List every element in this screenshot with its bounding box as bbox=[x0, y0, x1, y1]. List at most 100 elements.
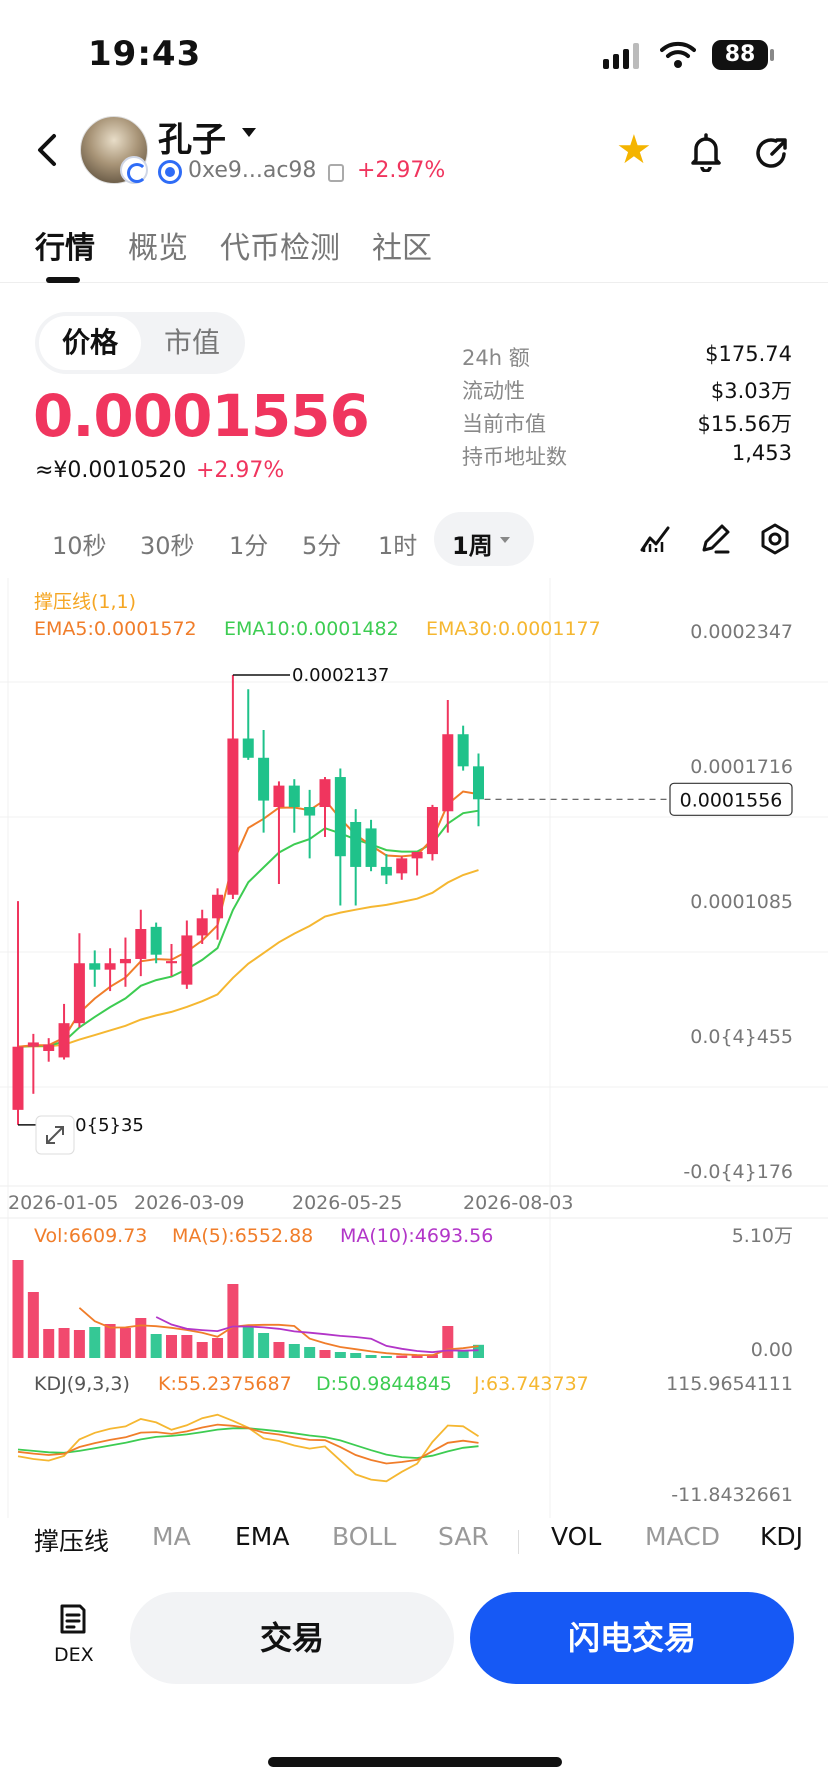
tab-community[interactable]: 社区 bbox=[372, 223, 432, 267]
ema30-line bbox=[17, 869, 479, 1048]
volume-bar bbox=[242, 1327, 254, 1358]
volume-bar bbox=[166, 1335, 177, 1358]
dex-label[interactable]: DEX bbox=[54, 1644, 94, 1666]
stat-value: $15.56万 bbox=[697, 412, 792, 436]
bell-icon[interactable] bbox=[688, 132, 724, 172]
bottom-action-bar: DEX 交易 闪电交易 bbox=[0, 1580, 828, 1720]
candle bbox=[334, 777, 346, 857]
volume-bar bbox=[196, 1342, 208, 1358]
candle bbox=[304, 807, 316, 816]
candle bbox=[350, 821, 362, 867]
stat-value: $3.03万 bbox=[710, 379, 792, 403]
indicator-tab-support[interactable]: 撑压线 bbox=[34, 1522, 109, 1558]
tab-market[interactable]: 行情 bbox=[35, 223, 95, 267]
price-cny: ≈¥0.0010520 bbox=[35, 458, 187, 483]
kdj-y-tick: -11.8432661 bbox=[671, 1484, 793, 1506]
indicator-tab-sar[interactable]: SAR bbox=[438, 1522, 489, 1551]
stat-label: 当前市值 bbox=[462, 412, 546, 436]
interval-5m[interactable]: 5分 bbox=[302, 526, 341, 561]
indicator-icon[interactable] bbox=[638, 522, 672, 556]
trade-button[interactable]: 交易 bbox=[130, 1592, 454, 1684]
candle bbox=[12, 1046, 24, 1110]
settings-icon[interactable] bbox=[758, 522, 792, 556]
chevron-down-icon[interactable] bbox=[242, 128, 256, 137]
toggle-price[interactable]: 价格 bbox=[39, 316, 141, 370]
chain-icon bbox=[158, 160, 182, 184]
copy-icon[interactable] bbox=[328, 164, 344, 182]
draw-icon[interactable] bbox=[698, 522, 732, 556]
indicator-tab-ema[interactable]: EMA bbox=[235, 1522, 289, 1551]
candle bbox=[150, 926, 162, 955]
dex-icon[interactable] bbox=[56, 1602, 90, 1636]
divider bbox=[518, 1530, 519, 1554]
interval-10s[interactable]: 10秒 bbox=[52, 526, 107, 561]
stat-value: $175.74 bbox=[705, 342, 792, 366]
volume-bar bbox=[73, 1330, 85, 1358]
volume-bar bbox=[150, 1334, 162, 1358]
kdj-title: KDJ(9,3,3) bbox=[34, 1373, 130, 1395]
flash-trade-button[interactable]: 闪电交易 bbox=[470, 1592, 794, 1684]
candle bbox=[273, 785, 285, 808]
candle bbox=[27, 1042, 39, 1047]
volume-bar bbox=[58, 1328, 70, 1358]
interval-1m[interactable]: 1分 bbox=[229, 526, 268, 561]
candle bbox=[242, 738, 254, 758]
expand-icon[interactable] bbox=[35, 1115, 75, 1155]
interval-selected[interactable]: 1周 bbox=[434, 512, 534, 566]
price-change: +2.97% bbox=[196, 458, 285, 483]
candle bbox=[319, 779, 331, 808]
kdj-lines bbox=[17, 1413, 479, 1483]
volume-bar bbox=[12, 1260, 24, 1358]
candle bbox=[43, 1044, 55, 1051]
price-chart[interactable]: 撑压线(1,1) EMA5:0.0001572 EMA10:0.0001482 … bbox=[0, 578, 828, 1518]
candle bbox=[473, 766, 484, 800]
battery-cap bbox=[770, 49, 774, 61]
indicator-tab-boll[interactable]: BOLL bbox=[332, 1522, 396, 1551]
wifi-icon bbox=[660, 41, 696, 68]
candle bbox=[135, 929, 147, 959]
indicator-tab-macd[interactable]: MACD bbox=[645, 1522, 720, 1551]
kdj-d-label: D:50.9844845 bbox=[316, 1373, 452, 1395]
candle bbox=[365, 828, 377, 867]
kdj-d-path bbox=[17, 1427, 479, 1459]
chevron-down-icon bbox=[500, 537, 510, 543]
tab-overview[interactable]: 概览 bbox=[128, 223, 188, 267]
star-icon[interactable]: ★ bbox=[616, 130, 652, 170]
token-name[interactable]: 孔子 bbox=[158, 112, 226, 161]
vol-ma10-label: MA(10):4693.56 bbox=[340, 1225, 493, 1247]
tab-token-check[interactable]: 代币检测 bbox=[220, 223, 340, 267]
stat-label: 持币地址数 bbox=[462, 445, 567, 469]
header-change: +2.97% bbox=[357, 158, 446, 183]
toggle-mcap[interactable]: 市值 bbox=[143, 316, 241, 370]
volume-bar bbox=[350, 1353, 362, 1358]
candle bbox=[380, 866, 392, 876]
share-icon[interactable] bbox=[754, 132, 790, 172]
price-mcap-toggle[interactable]: 价格 市值 bbox=[35, 312, 245, 374]
volume-bar bbox=[27, 1292, 39, 1358]
candle bbox=[212, 894, 224, 919]
volume-bar bbox=[396, 1355, 408, 1358]
vol-y-tick: 5.10万 bbox=[732, 1225, 793, 1247]
token-header: 孔子 0xe9...ac98 +2.97% ★ bbox=[0, 100, 828, 200]
candle bbox=[426, 807, 438, 855]
ema30-path bbox=[17, 869, 479, 1048]
candle bbox=[288, 785, 300, 808]
battery-icon: 88 bbox=[712, 40, 768, 70]
volume-bar bbox=[288, 1344, 300, 1358]
contract-address[interactable]: 0xe9...ac98 bbox=[188, 158, 316, 183]
indicator-tab-kdj[interactable]: KDJ bbox=[760, 1522, 803, 1551]
back-icon[interactable] bbox=[30, 130, 64, 170]
y-tick: 0.0{4}455 bbox=[690, 1026, 793, 1048]
indicator-tab-vol[interactable]: VOL bbox=[551, 1522, 601, 1551]
interval-1h[interactable]: 1时 bbox=[378, 526, 417, 561]
candle bbox=[119, 958, 131, 964]
interval-selected-label: 1周 bbox=[452, 532, 493, 560]
interval-30s[interactable]: 30秒 bbox=[140, 526, 195, 561]
candle bbox=[73, 963, 85, 1024]
indicator-tab-ma[interactable]: MA bbox=[152, 1522, 191, 1551]
volume-bar bbox=[334, 1352, 346, 1358]
candle bbox=[181, 935, 193, 985]
candle bbox=[89, 963, 101, 970]
volume-bar bbox=[273, 1342, 285, 1358]
y-tick: 0.0002347 bbox=[690, 621, 793, 643]
